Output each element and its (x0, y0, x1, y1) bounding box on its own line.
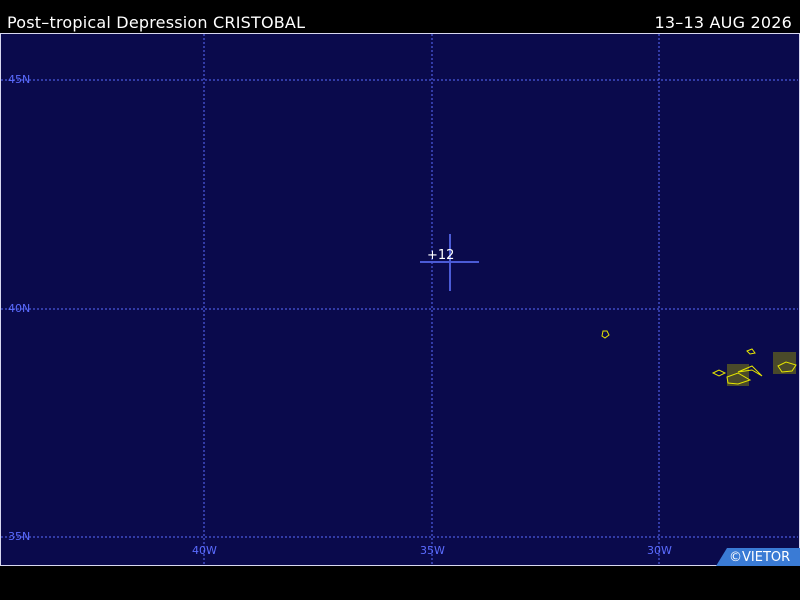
island-graciosa (746, 348, 756, 355)
lon-label-35w: 35W (420, 544, 445, 557)
footer-bar (0, 566, 800, 600)
lat-gridlines (1, 79, 798, 538)
map-overlay (1, 34, 800, 566)
forecast-hour-label: +12 (427, 248, 455, 263)
island-flores (601, 330, 610, 339)
lat-label-35n: 35N (8, 530, 31, 543)
credit-label: ©VIETOR (729, 550, 791, 565)
island-faial (711, 369, 727, 377)
lat-label-45n: 45N (8, 73, 31, 86)
lon-label-30w: 30W (647, 544, 672, 557)
lon-gridlines (203, 34, 660, 564)
lon-label-40w: 40W (192, 544, 217, 557)
lat-label-40n: 40N (8, 302, 31, 315)
azores-islands (601, 330, 797, 386)
island-land-terceira (727, 364, 749, 386)
